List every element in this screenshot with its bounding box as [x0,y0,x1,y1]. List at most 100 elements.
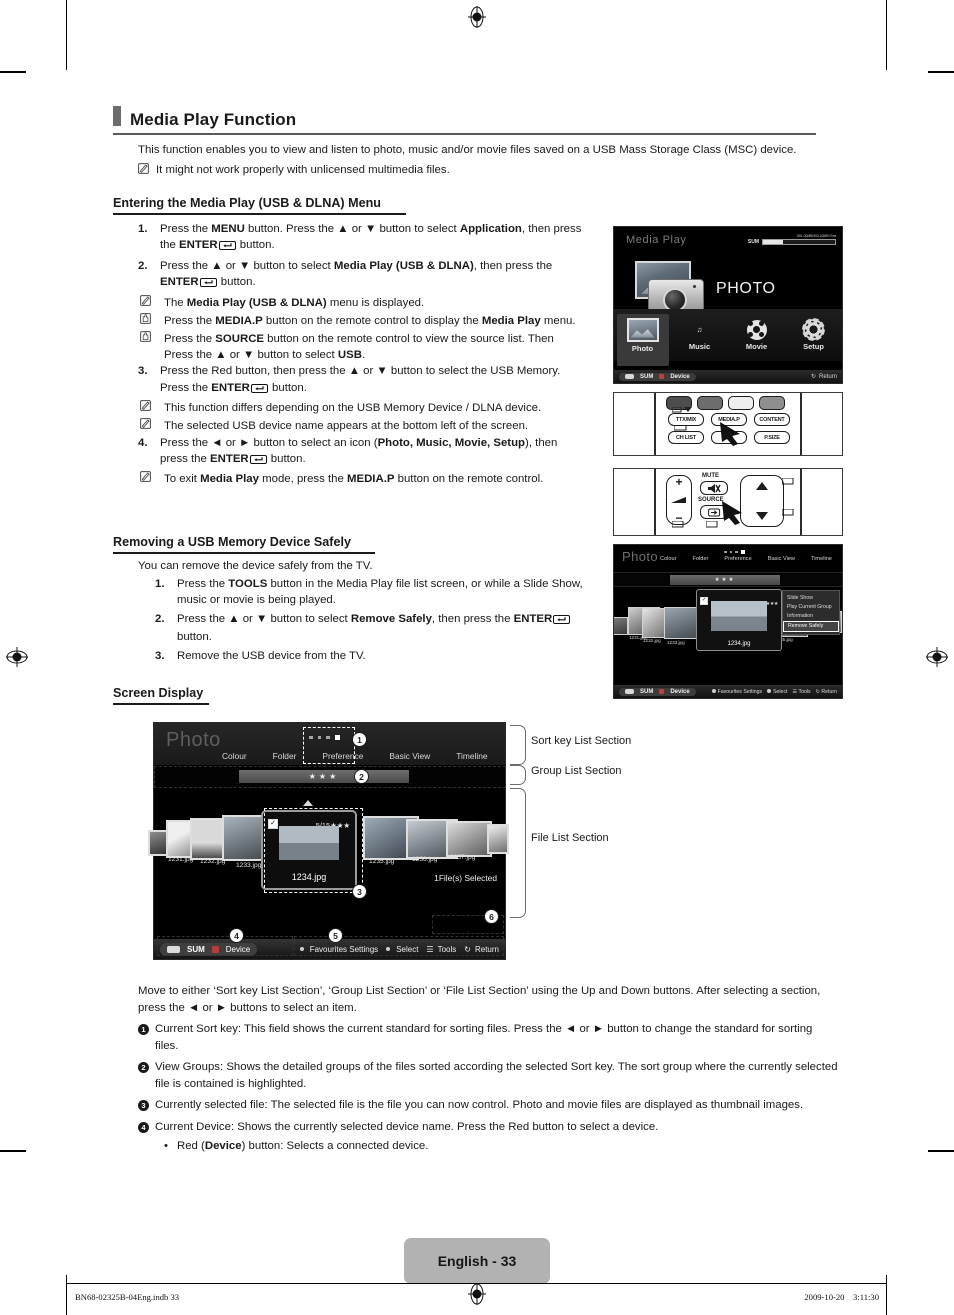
footer-rule [66,1283,886,1284]
tab-folder[interactable]: Folder [273,751,297,761]
title-accent-bar [113,106,121,126]
note-icon [140,418,151,432]
thumbnail-partial-right[interactable] [487,824,509,854]
volume-rocker[interactable]: + − [666,475,692,525]
tab-timeline[interactable]: Timeline [811,556,832,562]
remote-psize-button[interactable]: P.SIZE [754,431,790,444]
current-device-chip[interactable]: SUM Device [619,372,696,381]
tab-colour[interactable]: Colour [660,556,676,562]
media-icon-music[interactable]: ♫ Music [671,320,728,351]
return-label: Return [818,373,837,380]
media-icon-setup[interactable]: Setup [785,319,842,351]
sort-key-dots [724,550,745,554]
small-glyph-icon [782,509,794,516]
small-glyph-icon [782,478,794,485]
tools-hint[interactable]: ☰ Tools [792,689,810,695]
remote-content-button[interactable]: CONTENT [754,413,790,426]
step-note-text: The selected USB device name appears at … [164,420,529,433]
tab-preference[interactable]: Preference [724,556,751,562]
tools-icon: ☰ [792,688,798,695]
thumbnail-partial[interactable] [614,617,628,635]
callout-badge-1: 1 [352,732,367,747]
red-key-icon [659,689,665,694]
callout-badge-6: 6 [484,909,499,924]
group-selected[interactable]: ★★★ [670,574,780,585]
bracket-file-list-section [510,788,526,918]
return-hint[interactable]: ↻ Return [810,373,837,381]
mute-button[interactable] [700,481,728,495]
tab-basic-view[interactable]: Basic View [389,751,430,761]
screen-display-notes: Move to either ‘Sort key List Section’, … [138,983,838,1155]
current-device-chip[interactable]: SUM Device [619,687,696,696]
media-icon-setup-label: Setup [803,342,824,351]
remote-green-button[interactable] [697,396,723,410]
step-item: 2. Press the ▲ or ▼ button to select Remo… [155,611,600,646]
file-list-title: Photo [622,549,658,564]
menu-item-remove-safely[interactable]: Remove Safely [783,620,839,632]
callout-badge-5: 5 [328,928,343,943]
step-number: 2. [138,259,148,272]
select-hint[interactable]: Select [767,688,787,695]
note-icon [140,471,151,485]
heading-text: Entering the Media Play (USB & DLNA) Men… [113,196,381,210]
step-note: To exit Media Play mode, press the MEDIA… [138,471,586,487]
bullet-dot-icon: • [164,1140,168,1153]
step-item: 1. Press the TOOLS button in the Media Pl… [155,576,600,609]
menu-item-play-current-group[interactable]: Play Current Group [783,602,839,611]
menu-item-information[interactable]: Information [783,611,839,620]
note-number-badge: 3 [138,1100,149,1112]
selected-checkbox[interactable]: ✓ [700,597,708,605]
label-group-list-section: Group List Section [531,765,622,777]
thumbnail-1237[interactable] [446,821,492,857]
favourites-settings-hint[interactable]: Favourites Settings [711,688,762,695]
menu-item-slide-show[interactable]: Slide Show [783,593,839,602]
selected-file-card[interactable]: ✓ 5/15★★★ 1234.jpg [696,589,782,651]
files-selected-status: 1File(s) Selected [434,873,497,883]
small-glyph-icon [706,521,718,528]
media-icon-movie[interactable]: Movie [728,319,785,351]
remote-blue-button[interactable] [759,396,785,410]
diagram-title: Photo [166,729,221,751]
return-label: Return [821,688,837,695]
step-note: The selected USB device name appears at … [138,418,586,434]
step-number: 4. [138,436,148,449]
small-glyph-icon [672,521,684,528]
step-text: Press the ▲ or ▼ button to select Media … [160,258,586,293]
step-number: 2. [155,612,165,625]
remote-yellow-button[interactable] [728,396,754,410]
media-icon-photo[interactable]: Photo [614,317,671,353]
step-item: 3. Press the Red button, then press the ▲… [138,363,586,398]
enter-key-icon [218,239,236,255]
tab-basic-view[interactable]: Basic View [768,556,795,562]
crop-mark [886,0,887,70]
step-item: 2. Press the ▲ or ▼ button to select Medi… [138,258,586,293]
return-arrow-icon: ↻ [810,374,816,380]
numbered-note: 2 View Groups: Shows the detailed groups … [138,1059,838,1092]
note-text: View Groups: Shows the detailed groups o… [155,1061,838,1090]
tab-colour[interactable]: Colour [222,751,247,761]
intro-text: This function enables you to view and li… [138,144,797,156]
group-stars: ★★★ [714,576,736,583]
step-note: The Media Play (USB & DLNA) menu is disp… [138,294,586,311]
step-text: Press the MENU button. Press the ▲ or ▼ … [160,221,586,256]
usb-icon [625,689,634,694]
step-number: 3. [155,649,165,662]
remote-body: + − MUTE SOURCE [654,469,802,535]
selected-file-name: 1234.jpg [727,641,751,647]
return-hint[interactable]: ↻ Return [816,689,837,695]
sort-key-tabs: Colour Folder Preference Basic View Time… [660,556,832,562]
return-arrow-icon: ↻ [815,688,820,695]
heading-entering-media-play: Entering the Media Play (USB & DLNA) Men… [113,196,406,217]
registration-mark-icon [6,646,28,668]
registration-mark-icon [926,646,948,668]
tab-timeline[interactable]: Timeline [456,751,487,761]
callout-box-key-hints [294,936,504,956]
tab-folder[interactable]: Folder [692,556,708,562]
step-item: 4. Press the ◄ or ► button to select an i… [138,435,586,470]
device-label: Device [670,688,690,695]
page-title: Media Play Function [130,110,297,129]
crop-mark [886,1275,887,1315]
page-title-block: Media Play Function [113,106,816,135]
remote-chlist-button[interactable]: CH LIST [668,431,704,444]
numbered-note: 1 Current Sort key: This field shows the … [138,1021,838,1054]
